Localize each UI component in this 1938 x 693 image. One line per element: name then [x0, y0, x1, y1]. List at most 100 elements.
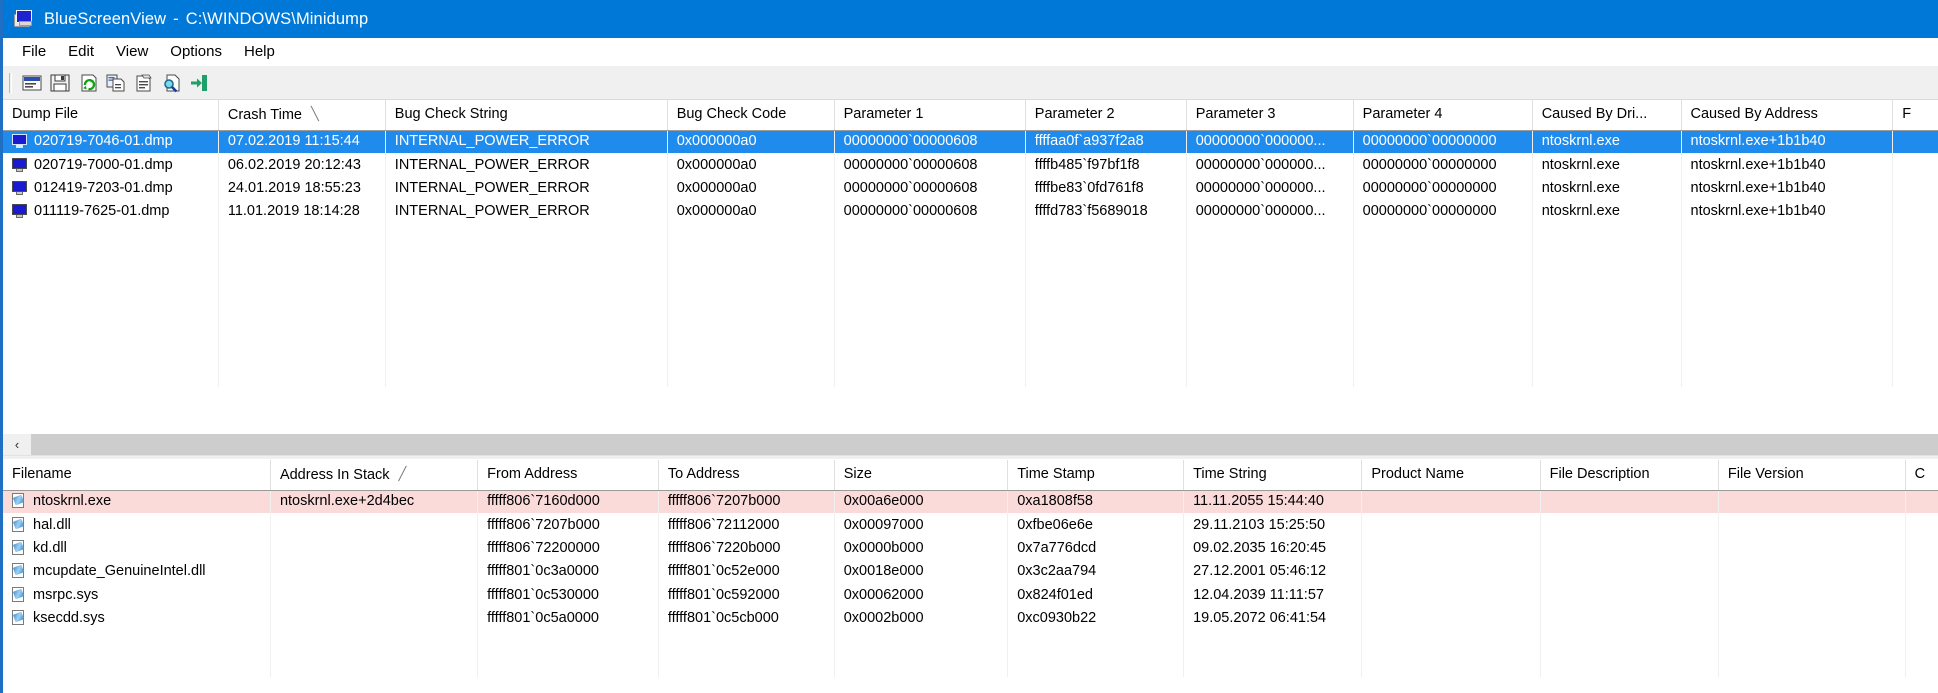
- column-header-to-address[interactable]: To Address: [658, 460, 835, 491]
- dump-file-cell-crash-time: 06.02.2019 20:12:43: [218, 153, 386, 177]
- column-header-product-name[interactable]: Product Name: [1361, 460, 1541, 491]
- module-cell-extra: [1905, 583, 1938, 607]
- properties-icon[interactable]: [18, 70, 46, 96]
- module-empty-row[interactable]: [3, 630, 1938, 654]
- column-header-file-version[interactable]: File Version: [1718, 460, 1906, 491]
- dump-file-cell-parameter-2: ffffbe83`0fd761f8: [1025, 176, 1187, 201]
- dump-file-cell-bug-check-code: 0x000000a0: [667, 130, 835, 154]
- exit-icon[interactable]: [186, 70, 214, 96]
- app-icon: [12, 9, 34, 29]
- find-icon[interactable]: [158, 70, 186, 96]
- horizontal-scrollbar[interactable]: ‹: [3, 433, 1938, 455]
- module-cell-extra: [1905, 513, 1938, 537]
- module-empty-row[interactable]: [3, 653, 1938, 678]
- column-header-size[interactable]: Size: [834, 460, 1009, 491]
- column-header-bug-check-code[interactable]: Bug Check Code: [667, 100, 835, 131]
- refresh-icon[interactable]: [74, 70, 102, 96]
- column-header-from-address[interactable]: From Address: [477, 460, 659, 491]
- dump-file-cell-caused-by-driver: ntoskrnl.exe: [1532, 200, 1682, 224]
- column-header-parameter-4[interactable]: Parameter 4: [1353, 100, 1533, 131]
- title-bar: BlueScreenView - C:\WINDOWS\Minidump: [3, 0, 1938, 38]
- menu-help[interactable]: Help: [233, 40, 286, 63]
- module-cell-time-stamp: 0x3c2aa794: [1007, 560, 1185, 584]
- menu-edit[interactable]: Edit: [57, 40, 105, 63]
- module-row[interactable]: ksecdd.sys fffff801`0c5a0000 fffff801`0c5c…: [3, 606, 1938, 631]
- dump-file-empty-row[interactable]: [3, 317, 1938, 341]
- column-header-file-description[interactable]: File Description: [1540, 460, 1719, 491]
- dump-file-row[interactable]: 020719-7000-01.dmp 06.02.2019 20:12:43 INT…: [3, 153, 1938, 177]
- toolbar: [3, 66, 1938, 100]
- column-header-crash-time[interactable]: Crash Time ╲: [218, 100, 386, 131]
- dump-file-cell-extra: [1892, 200, 1938, 224]
- column-header-time-stamp[interactable]: Time Stamp: [1007, 460, 1185, 491]
- dump-file-empty-row[interactable]: [3, 246, 1938, 271]
- dump-file-empty-row[interactable]: [3, 363, 1938, 388]
- module-cell-from-address: fffff801`0c3a0000: [477, 560, 659, 584]
- dump-file-empty-row[interactable]: [3, 340, 1938, 364]
- dump-file-row[interactable]: 020719-7046-01.dmp 07.02.2019 11:15:44 INT…: [3, 130, 1938, 154]
- dump-file-empty-row[interactable]: [3, 293, 1938, 318]
- dump-file-cell-parameter-2: ffffaa0f`a937f2a8: [1025, 130, 1187, 154]
- column-header-label: To Address: [667, 466, 740, 483]
- dump-file-row[interactable]: 012419-7203-01.dmp 24.01.2019 18:55:23 INT…: [3, 176, 1938, 201]
- module-row[interactable]: ntoskrnl.exe ntoskrnl.exe+2d4bec fffff806`…: [3, 490, 1938, 514]
- dump-file-empty-row[interactable]: [3, 223, 1938, 247]
- copy-icon[interactable]: [102, 70, 130, 96]
- module-cell-size: 0x0000b000: [834, 536, 1009, 561]
- dump-file-cell-parameter-3: 00000000`000000...: [1186, 200, 1354, 224]
- module-row[interactable]: mcupdate_GenuineIntel.dll fffff801`0c3a00…: [3, 560, 1938, 584]
- module-cell-file-version: [1718, 490, 1906, 514]
- dump-file-list[interactable]: Dump File Crash Time ╲ Bug Check String Bug …: [3, 100, 1938, 433]
- module-row[interactable]: msrpc.sys fffff801`0c530000 fffff801`0c592…: [3, 583, 1938, 607]
- module-row[interactable]: kd.dll fffff806`72200000 fffff806`7220b000…: [3, 536, 1938, 561]
- dump-file-cell-parameter-1: 00000000`00000608: [834, 200, 1026, 224]
- module-cell-to-address: fffff801`0c5cb000: [658, 606, 835, 631]
- dump-file-cell-bug-check-string: INTERNAL_POWER_ERROR: [385, 176, 668, 201]
- column-header-caused-by-address[interactable]: Caused By Address: [1681, 100, 1894, 131]
- column-header-time-string[interactable]: Time String: [1183, 460, 1363, 491]
- column-header-parameter-3[interactable]: Parameter 3: [1186, 100, 1354, 131]
- module-cell-product-name: [1361, 490, 1541, 514]
- dump-file-empty-row[interactable]: [3, 270, 1938, 294]
- column-header-parameter-2[interactable]: Parameter 2: [1025, 100, 1187, 131]
- column-header-label: Bug Check String: [394, 106, 508, 123]
- column-header-f[interactable]: F: [1892, 100, 1938, 131]
- menu-options[interactable]: Options: [159, 40, 233, 63]
- column-header-label: Parameter 3: [1195, 106, 1276, 123]
- module-list[interactable]: Filename Address In Stack ╱ From Address To …: [3, 460, 1938, 693]
- column-header-label: Filename: [12, 466, 72, 483]
- module-cell-from-address: fffff801`0c530000: [477, 583, 659, 607]
- dump-file-cell-crash-time: 24.01.2019 18:55:23: [218, 176, 386, 201]
- module-cell-size: 0x00a6e000: [834, 490, 1009, 514]
- file-icon: [12, 610, 26, 626]
- column-header-caused-by-dri[interactable]: Caused By Dri...: [1532, 100, 1682, 131]
- html-report-icon[interactable]: [130, 70, 158, 96]
- module-cell-time-string: 19.05.2072 06:41:54: [1183, 606, 1363, 631]
- module-cell-filename: hal.dll: [3, 513, 271, 537]
- column-header-c[interactable]: C: [1905, 460, 1938, 491]
- module-row[interactable]: hal.dll fffff806`7207b000 fffff806`7211200…: [3, 513, 1938, 537]
- scroll-left-arrow-icon[interactable]: ‹: [3, 434, 31, 455]
- dump-file-row[interactable]: 011119-7625-01.dmp 11.01.2019 18:14:28 INT…: [3, 200, 1938, 224]
- column-header-bug-check-string[interactable]: Bug Check String: [385, 100, 668, 131]
- module-cell-time-string: 12.04.2039 11:11:57: [1183, 583, 1363, 607]
- dump-file-cell-caused-by-address: ntoskrnl.exe+1b1b40: [1681, 130, 1894, 154]
- module-cell-size: 0x00062000: [834, 583, 1009, 607]
- app-title: BlueScreenView: [44, 9, 167, 28]
- column-header-label: Time String: [1193, 466, 1267, 483]
- menu-view[interactable]: View: [105, 40, 159, 63]
- file-icon: [12, 563, 26, 579]
- dump-file-cell-parameter-3: 00000000`000000...: [1186, 153, 1354, 177]
- module-cell-address-in-stack: [270, 536, 479, 561]
- menu-file[interactable]: File: [11, 40, 57, 63]
- module-cell-time-stamp: 0xfbe06e6e: [1007, 513, 1185, 537]
- module-cell-to-address: fffff801`0c592000: [658, 583, 835, 607]
- column-header-parameter-1[interactable]: Parameter 1: [834, 100, 1026, 131]
- column-header-address-in-stack[interactable]: Address In Stack ╱: [270, 460, 479, 491]
- column-header-filename[interactable]: Filename: [3, 460, 271, 491]
- scrollbar-track[interactable]: [31, 434, 1938, 455]
- column-header-dump-file[interactable]: Dump File: [3, 100, 219, 131]
- save-icon[interactable]: [46, 70, 74, 96]
- module-cell-time-string: 29.11.2103 15:25:50: [1183, 513, 1363, 537]
- module-cell-filename: mcupdate_GenuineIntel.dll: [3, 560, 271, 584]
